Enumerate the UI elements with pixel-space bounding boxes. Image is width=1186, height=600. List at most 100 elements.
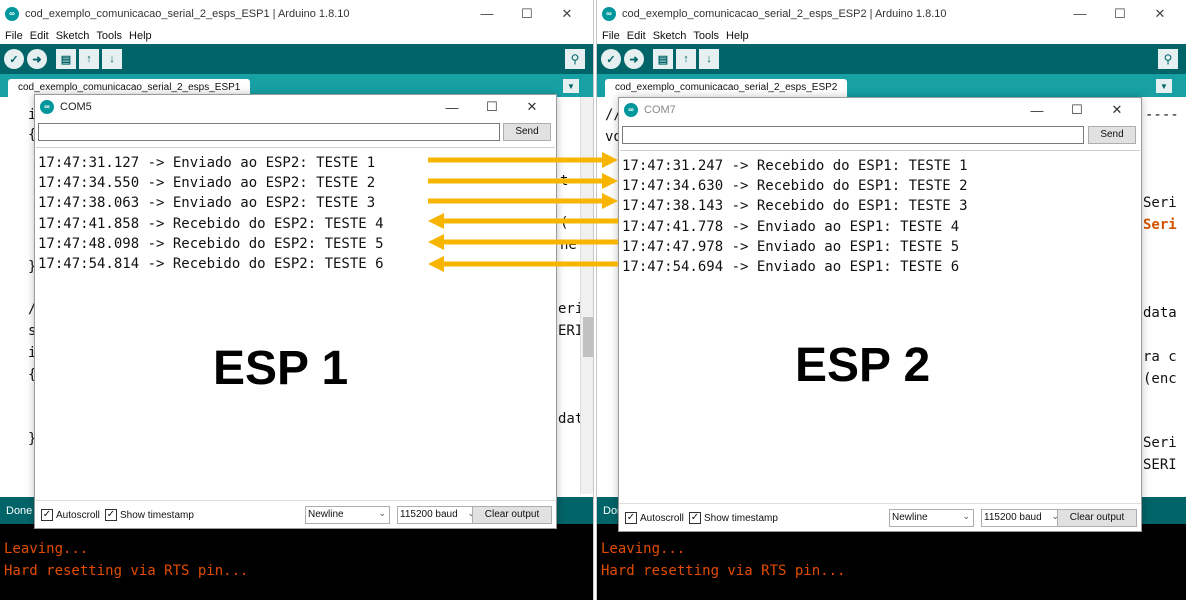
baud-rate-value: 115200 baud	[400, 509, 458, 520]
send-button[interactable]: Send	[503, 123, 551, 141]
maximize-button[interactable]: ☐	[507, 6, 547, 22]
editor-scrollbar[interactable]	[580, 97, 593, 494]
tab-menu-icon[interactable]: ▼	[1156, 79, 1172, 93]
minimize-button[interactable]: —	[1017, 103, 1057, 118]
monitor-title: COM7	[644, 104, 676, 116]
monitor-line: 17:47:41.778 -> Enviado ao ESP1: TESTE 4	[622, 218, 960, 235]
toolbar: ✓ ➜ ▤ ↑ ↓ ⚲	[597, 44, 1186, 74]
serial-monitor-com7: ∞ COM7 — ☐ ✕ Send 17:47:31.247 -> Recebi…	[618, 97, 1142, 532]
monitor-output[interactable]: 17:47:31.127 -> Enviado ao ESP2: TESTE 1…	[36, 147, 555, 499]
verify-icon[interactable]: ✓	[4, 49, 24, 69]
menu-sketch[interactable]: Sketch	[653, 30, 687, 42]
open-sketch-icon[interactable]: ↑	[676, 49, 696, 69]
code-fragment: data	[1143, 305, 1177, 321]
code-fragment: Seri	[1143, 435, 1177, 451]
tab-sketch[interactable]: cod_exemplo_comunicacao_serial_2_esps_ES…	[605, 79, 848, 97]
menu-help[interactable]: Help	[129, 30, 152, 42]
clear-output-button[interactable]: Clear output	[472, 506, 552, 524]
send-button[interactable]: Send	[1088, 126, 1136, 144]
maximize-button[interactable]: ☐	[1100, 6, 1140, 22]
tabs-bar: cod_exemplo_comunicacao_serial_2_esps_ES…	[597, 74, 1186, 97]
code-fragment: ne	[560, 237, 577, 253]
monitor-footer: ✓ Autoscroll ✓ Show timestamp Newline ⌄ …	[619, 503, 1141, 531]
line-ending-value: Newline	[308, 509, 344, 520]
autoscroll-label: Autoscroll	[640, 512, 684, 524]
menu-help[interactable]: Help	[726, 30, 749, 42]
code-fragment: ra c	[1143, 349, 1177, 365]
show-timestamp-checkbox[interactable]: ✓ Show timestamp	[105, 509, 194, 521]
console-line: Leaving...	[601, 541, 686, 557]
monitor-output[interactable]: 17:47:31.247 -> Recebido do ESP1: TESTE …	[620, 150, 1140, 502]
menu-tools[interactable]: Tools	[693, 30, 719, 42]
close-button[interactable]: ✕	[1097, 102, 1137, 118]
scrollbar-thumb[interactable]	[583, 317, 593, 357]
menu-edit[interactable]: Edit	[30, 30, 49, 42]
monitor-line: 17:47:38.143 -> Recebido do ESP1: TESTE …	[622, 198, 968, 215]
title-bar: ∞ cod_exemplo_comunicacao_serial_2_esps_…	[0, 0, 593, 27]
chevron-down-icon: ⌄	[962, 511, 970, 521]
monitor-line: 17:47:54.694 -> Enviado ao ESP1: TESTE 6	[622, 258, 960, 275]
clear-output-button[interactable]: Clear output	[1057, 509, 1137, 527]
menu-edit[interactable]: Edit	[627, 30, 646, 42]
maximize-button[interactable]: ☐	[472, 99, 512, 115]
line-ending-select[interactable]: Newline ⌄	[305, 506, 390, 524]
checkbox-check-icon: ✓	[41, 509, 53, 521]
menu-bar: File Edit Sketch Tools Help	[0, 27, 593, 44]
menu-bar: File Edit Sketch Tools Help	[597, 27, 1186, 44]
monitor-title-bar: ∞ COM7 — ☐ ✕	[619, 98, 1141, 122]
autoscroll-checkbox[interactable]: ✓ Autoscroll	[41, 509, 100, 521]
close-button[interactable]: ✕	[547, 6, 587, 22]
new-sketch-icon[interactable]: ▤	[653, 49, 673, 69]
close-button[interactable]: ✕	[1140, 6, 1180, 22]
line-ending-select[interactable]: Newline ⌄	[889, 509, 974, 527]
save-sketch-icon[interactable]: ↓	[699, 49, 719, 69]
esp1-label: ESP 1	[213, 342, 349, 395]
console-line: Leaving...	[4, 541, 89, 557]
monitor-line: 17:47:54.814 -> Recebido do ESP2: TESTE …	[38, 255, 384, 272]
arduino-logo-icon: ∞	[602, 6, 616, 21]
code-fragment: t	[560, 173, 569, 189]
menu-file[interactable]: File	[602, 30, 620, 42]
chevron-down-icon: ⌄	[378, 508, 386, 518]
send-input[interactable]	[38, 123, 500, 141]
tab-menu-icon[interactable]: ▼	[563, 79, 579, 93]
save-sketch-icon[interactable]: ↓	[102, 49, 122, 69]
send-row: Send	[35, 119, 556, 145]
monitor-title-bar: ∞ COM5 — ☐ ✕	[35, 95, 556, 119]
menu-file[interactable]: File	[5, 30, 23, 42]
minimize-button[interactable]: —	[1060, 6, 1100, 21]
toolbar: ✓ ➜ ▤ ↑ ↓ ⚲	[0, 44, 593, 74]
menu-tools[interactable]: Tools	[96, 30, 122, 42]
upload-icon[interactable]: ➜	[624, 49, 644, 69]
serial-monitor-icon[interactable]: ⚲	[1158, 49, 1178, 69]
console-line: Hard resetting via RTS pin...	[4, 563, 249, 579]
code-fragment: Seri	[1143, 217, 1177, 233]
send-input[interactable]	[622, 126, 1084, 144]
open-sketch-icon[interactable]: ↑	[79, 49, 99, 69]
monitor-footer: ✓ Autoscroll ✓ Show timestamp Newline ⌄ …	[35, 500, 556, 528]
maximize-button[interactable]: ☐	[1057, 102, 1097, 118]
minimize-button[interactable]: —	[467, 6, 507, 21]
monitor-line: 17:47:31.127 -> Enviado ao ESP2: TESTE 1	[38, 155, 376, 171]
arduino-logo-icon: ∞	[624, 103, 638, 117]
title-bar: ∞ cod_exemplo_comunicacao_serial_2_esps_…	[597, 0, 1186, 27]
menu-sketch[interactable]: Sketch	[56, 30, 90, 42]
console-output: Leaving... Hard resetting via RTS pin...	[0, 524, 593, 600]
show-timestamp-checkbox[interactable]: ✓ Show timestamp	[689, 512, 778, 524]
minimize-button[interactable]: —	[432, 100, 472, 115]
upload-icon[interactable]: ➜	[27, 49, 47, 69]
console-output: Leaving... Hard resetting via RTS pin...	[597, 524, 1186, 600]
close-button[interactable]: ✕	[512, 99, 552, 115]
monitor-line: 17:47:34.550 -> Enviado ao ESP2: TESTE 2	[38, 175, 376, 192]
arduino-logo-icon: ∞	[5, 6, 19, 21]
monitor-line: 17:47:48.098 -> Recebido do ESP2: TESTE …	[38, 235, 384, 252]
serial-monitor-icon[interactable]: ⚲	[565, 49, 585, 69]
baud-rate-select[interactable]: 115200 baud ⌄	[397, 506, 479, 524]
autoscroll-checkbox[interactable]: ✓ Autoscroll	[625, 512, 684, 524]
console-line: Hard resetting via RTS pin...	[601, 563, 846, 579]
monitor-line: 17:47:38.063 -> Enviado ao ESP2: TESTE 3	[38, 195, 376, 212]
baud-rate-select[interactable]: 115200 baud ⌄	[981, 509, 1063, 527]
new-sketch-icon[interactable]: ▤	[56, 49, 76, 69]
verify-icon[interactable]: ✓	[601, 49, 621, 69]
code-fragment: (	[560, 215, 569, 231]
